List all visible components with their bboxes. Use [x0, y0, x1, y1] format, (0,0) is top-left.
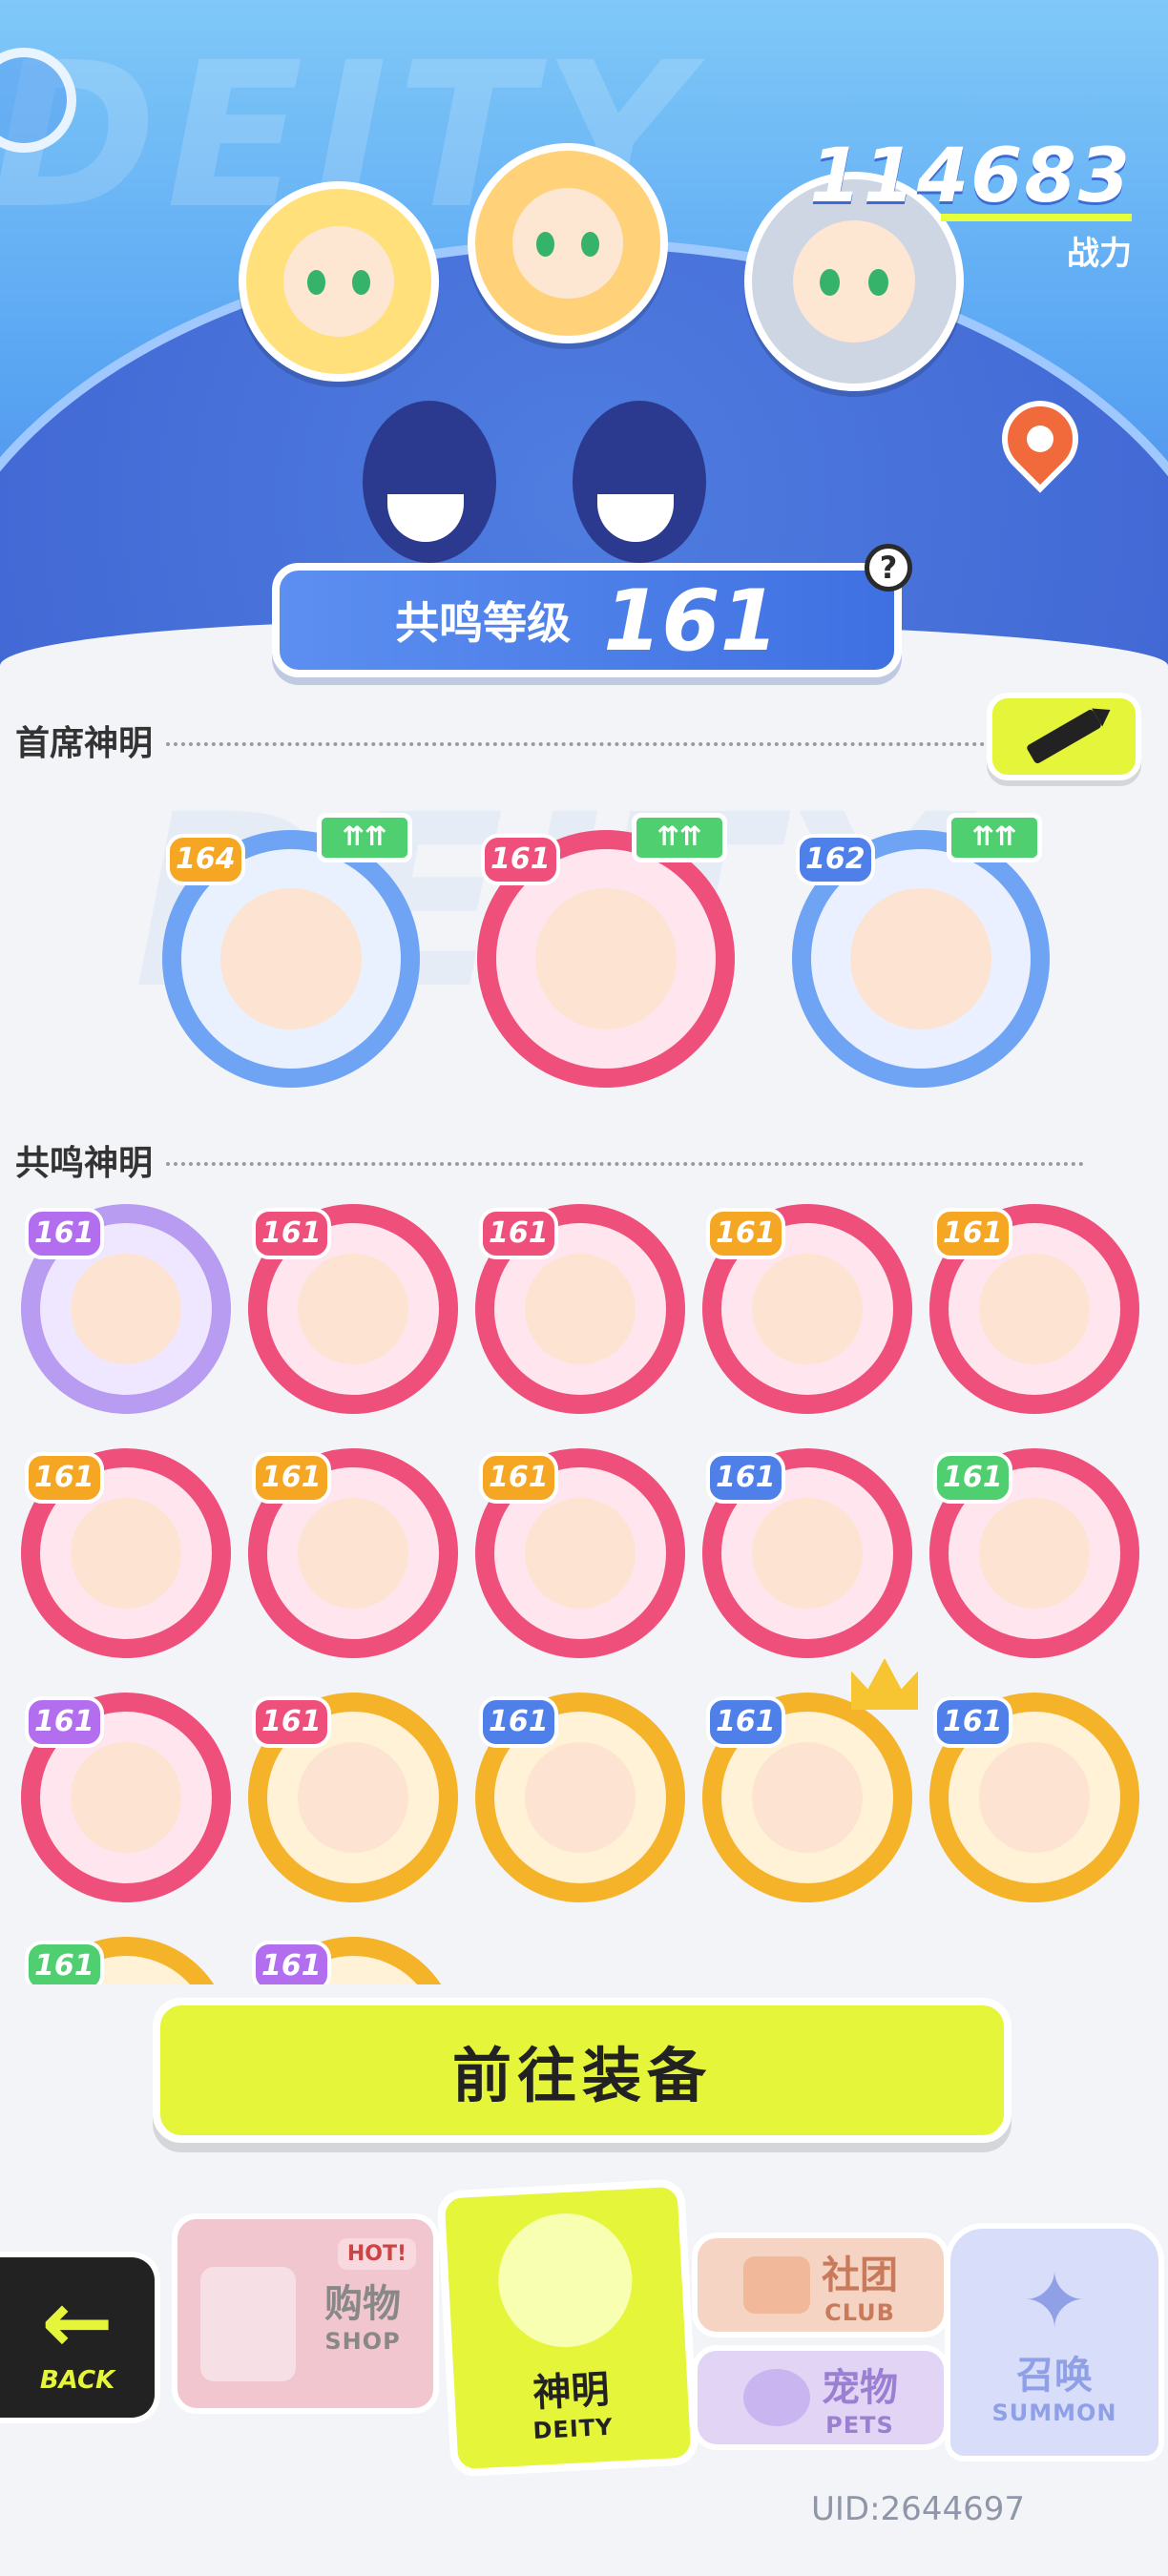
nav-club-sublabel: CLUB [824, 2299, 895, 2326]
nav-summon[interactable]: ✦ 召唤 SUMMON [945, 2223, 1164, 2462]
resonance-card-grid: 161 161 161 161 161 161 161 161 161 161 161 161 161 1… [0, 0, 1168, 1984]
nav-deity-sublabel: DEITY [532, 2413, 615, 2445]
nav-pets-sublabel: PETS [825, 2412, 894, 2439]
vending-machine-icon [200, 2267, 296, 2381]
nav-club-label: 社团 [822, 2254, 898, 2297]
nav-deity[interactable]: 神明 DEITY [436, 2178, 699, 2478]
deity-card[interactable]: 161 [475, 1448, 685, 1658]
uid-label: UID:2644697 [811, 2490, 1025, 2528]
level-badge: 161 [706, 1696, 785, 1748]
crown-icon [851, 1658, 918, 1710]
upgrade-arrows-icon[interactable]: ⇈⇈ [947, 813, 1042, 862]
upgrade-arrows-icon[interactable]: ⇈⇈ [632, 813, 727, 862]
hot-badge: HOT! [337, 2238, 416, 2270]
deity-card[interactable]: 161 [929, 1448, 1139, 1658]
nav-shop-label: 购物 [324, 2282, 401, 2326]
deity-card[interactable]: 161 [248, 1937, 458, 1984]
nav-shop[interactable]: HOT! 购物 SHOP [172, 2213, 439, 2414]
level-badge: 161 [252, 1452, 331, 1504]
back-label: BACK [39, 2366, 115, 2395]
deity-card[interactable]: 161 [475, 1204, 685, 1414]
level-badge: 161 [252, 1696, 331, 1748]
go-equip-button[interactable]: 前往装备 [153, 1998, 1012, 2143]
deity-card[interactable]: 161 [475, 1693, 685, 1902]
level-badge: 161 [479, 1452, 558, 1504]
deity-card[interactable]: 161 [929, 1204, 1139, 1414]
deity-card[interactable]: 161 [248, 1448, 458, 1658]
nav-club[interactable]: 社团 CLUB [692, 2233, 949, 2337]
level-badge: 161 [25, 1941, 104, 1984]
deity-card[interactable]: 161 [248, 1204, 458, 1414]
club-bag-icon [743, 2256, 810, 2314]
level-badge: 161 [25, 1208, 104, 1259]
level-badge: 161 [25, 1452, 104, 1504]
back-arrow-icon: ← [41, 2273, 114, 2373]
nav-pets[interactable]: 宠物 PETS [692, 2345, 949, 2450]
level-badge: 161 [481, 834, 560, 885]
deity-card[interactable]: 161 [929, 1693, 1139, 1902]
deity-card[interactable]: 161 [21, 1937, 231, 1984]
deity-card[interactable]: 161 [21, 1693, 231, 1902]
back-button[interactable]: ← BACK [0, 2252, 160, 2423]
level-badge: 161 [933, 1208, 1012, 1259]
upgrade-arrows-icon[interactable]: ⇈⇈ [317, 813, 412, 862]
deity-card[interactable]: 161 [21, 1448, 231, 1658]
deity-card[interactable]: 161 [702, 1204, 912, 1414]
deity-card[interactable]: 161 [21, 1204, 231, 1414]
level-badge: 161 [706, 1208, 785, 1259]
level-badge: 161 [25, 1696, 104, 1748]
level-badge: 164 [166, 834, 245, 885]
level-badge: 161 [252, 1208, 331, 1259]
nav-pets-label: 宠物 [822, 2366, 898, 2410]
level-badge: 161 [479, 1696, 558, 1748]
nav-summon-sublabel: SUMMON [991, 2399, 1117, 2426]
level-badge: 161 [479, 1208, 558, 1259]
summon-star-icon: ✦ [1022, 2256, 1087, 2345]
level-badge: 161 [933, 1696, 1012, 1748]
level-badge: 161 [706, 1452, 785, 1504]
deity-card[interactable]: 161 [702, 1448, 912, 1658]
deity-card[interactable]: 161 [248, 1693, 458, 1902]
deity-character-icon [494, 2210, 636, 2351]
deity-card[interactable]: 161 [702, 1658, 918, 1902]
nav-deity-label: 神明 [532, 2367, 611, 2416]
nav-summon-label: 召唤 [1016, 2354, 1093, 2398]
level-badge: 161 [933, 1452, 1012, 1504]
nav-shop-sublabel: SHOP [324, 2328, 401, 2355]
pet-icon [743, 2369, 810, 2426]
level-badge: 162 [796, 834, 875, 885]
level-badge: 161 [252, 1941, 331, 1984]
